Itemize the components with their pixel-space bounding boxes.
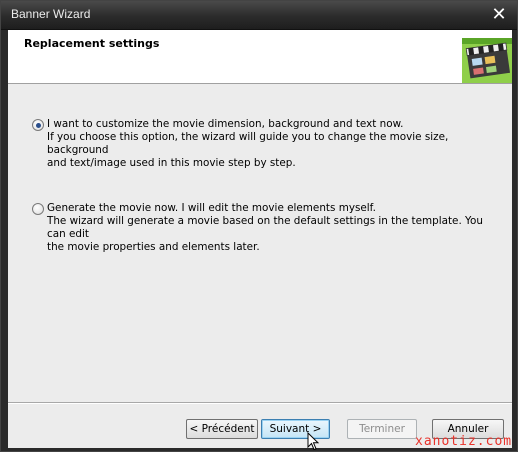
title-bar[interactable]: Banner Wizard ✕ (1, 1, 517, 30)
finish-button: Terminer (347, 419, 417, 439)
option-description: the movie properties and elements later. (47, 241, 260, 253)
footer-divider (8, 402, 512, 404)
option-generate-text[interactable]: Generate the movie now. I will edit the … (47, 202, 497, 254)
watermark-text: xanotiz.com (415, 434, 513, 449)
option-description: and text/image used in this movie step b… (47, 157, 296, 169)
radio-selected-dot (35, 122, 41, 128)
option-customize-text[interactable]: I want to customize the movie dimension,… (47, 118, 497, 170)
close-icon[interactable]: ✕ (490, 6, 508, 24)
wizard-header: Replacement settings (8, 30, 512, 84)
radio-customize[interactable] (32, 119, 44, 131)
mouse-pointer-icon (307, 432, 320, 451)
window-title: Banner Wizard (11, 7, 91, 21)
option-title: I want to customize the movie dimension,… (47, 118, 404, 130)
radio-generate[interactable] (32, 203, 44, 215)
option-description: The wizard will generate a movie based o… (47, 215, 483, 240)
previous-button[interactable]: < Précédent (186, 419, 258, 439)
wizard-window: Banner Wizard ✕ Replacement settings I w… (0, 0, 518, 452)
option-title: Generate the movie now. I will edit the … (47, 202, 376, 214)
clapperboard-film-icon (460, 30, 512, 83)
wizard-client-area: Replacement settings I want to customize… (8, 30, 512, 448)
option-description: If you choose this option, the wizard wi… (47, 131, 449, 156)
page-title: Replacement settings (24, 37, 160, 50)
